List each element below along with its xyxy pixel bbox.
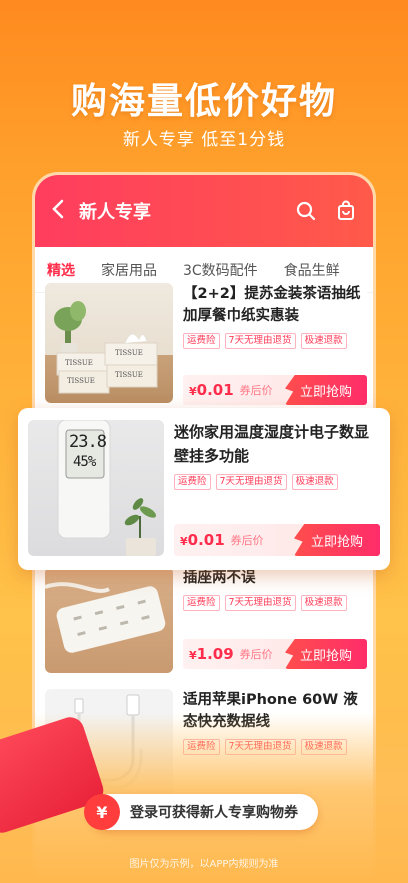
header-title: 新人专享: [79, 202, 151, 223]
tissue-label: TISSUE: [115, 371, 143, 379]
product-title: 迷你家用温度湿度计电子数显壁挂多功能: [174, 423, 370, 465]
tag-freight-insurance: 运费险: [183, 333, 220, 349]
back-icon[interactable]: [51, 199, 65, 224]
price-bar: ¥0.01 券后价 立即抢购: [183, 375, 367, 405]
tag-freight-insurance: 运费险: [174, 474, 211, 490]
tag-freight-insurance: 运费险: [183, 595, 220, 611]
product-image: 23.8 45%: [28, 420, 164, 556]
tab-3c[interactable]: 3C数码配件: [183, 260, 258, 280]
product-info: 【2+2】提苏金装茶语抽纸加厚餐巾纸实惠装 运费险 7天无理由退货 极速退款 ¥…: [173, 283, 367, 411]
product-image: [45, 567, 173, 673]
coupon-text: 登录可获得新人专享购物券: [130, 805, 298, 821]
service-tags: 运费险 7天无理由退货 极速退款: [183, 333, 367, 349]
search-icon[interactable]: [295, 200, 317, 222]
buy-now-button[interactable]: 立即抢购: [285, 375, 367, 405]
tag-fast-refund: 极速退款: [291, 474, 338, 490]
price: ¥0.01: [189, 381, 234, 399]
product-image: TISSUE TISSUE TISSUE TISSUE: [45, 283, 173, 403]
hero-subtitle: 新人专享 低至1分钱: [122, 130, 286, 150]
price-bar: ¥1.09 券后价 立即抢购: [183, 639, 367, 669]
product-title: 【2+2】提苏金装茶语抽纸加厚餐巾纸实惠装: [183, 286, 361, 324]
hero-title: 购海量低价好物: [70, 81, 337, 122]
product-title: 插座两不误: [183, 570, 256, 586]
tag-7day-return: 7天无理由退货: [224, 595, 296, 611]
product-card[interactable]: TISSUE TISSUE TISSUE TISSUE 【2+2】提苏金装茶语抽…: [45, 283, 367, 411]
price-bar: ¥0.01 券后价 立即抢购: [174, 524, 380, 556]
price: ¥1.09: [189, 645, 234, 663]
buy-now-button[interactable]: 立即抢购: [285, 639, 367, 669]
service-tags: 运费险 7天无理由退货 极速退款: [174, 474, 380, 490]
tissue-label: TISSUE: [115, 349, 143, 357]
tab-food[interactable]: 食品生鲜: [284, 260, 340, 280]
after-coupon-label: 券后价: [230, 534, 264, 547]
buy-now-button[interactable]: 立即抢购: [294, 524, 380, 556]
tissue-label: TISSUE: [65, 359, 93, 367]
bag-icon[interactable]: [335, 200, 357, 222]
after-coupon-label: 券后价: [239, 384, 273, 397]
product-info: 迷你家用温度湿度计电子数显壁挂多功能 运费险 7天无理由退货 极速退款 ¥0.0…: [164, 420, 380, 558]
app-header: 新人专享: [35, 175, 373, 247]
after-coupon-label: 券后价: [239, 648, 273, 661]
tab-home[interactable]: 家居用品: [101, 260, 157, 280]
tag-fast-refund: 极速退款: [300, 595, 347, 611]
featured-product-card[interactable]: 23.8 45% 迷你家用温度湿度计电子数显壁挂多功能 运费险 7天无理由退货 …: [18, 408, 390, 570]
product-card[interactable]: 插座两不误 运费险 7天无理由退货 极速退款 ¥1.09 券后价 立即抢购: [45, 567, 367, 677]
product-info: 插座两不误 运费险 7天无理由退货 极速退款 ¥1.09 券后价 立即抢购: [173, 567, 367, 677]
tag-7day-return: 7天无理由退货: [224, 333, 296, 349]
login-coupon-banner[interactable]: ¥ 登录可获得新人专享购物券: [84, 794, 318, 830]
tab-featured[interactable]: 精选: [47, 260, 75, 288]
tag-7day-return: 7天无理由退货: [215, 474, 287, 490]
disclaimer: 图片仅为示例，以APP内规则为准: [129, 859, 279, 870]
price: ¥0.01: [180, 531, 225, 549]
coupon-icon: ¥: [84, 794, 120, 830]
display-humidity: 45%: [73, 454, 96, 470]
tag-fast-refund: 极速退款: [300, 333, 347, 349]
service-tags: 运费险 7天无理由退货 极速退款: [183, 595, 367, 611]
display-temperature: 23.8: [69, 432, 107, 452]
tissue-label: TISSUE: [67, 377, 95, 385]
